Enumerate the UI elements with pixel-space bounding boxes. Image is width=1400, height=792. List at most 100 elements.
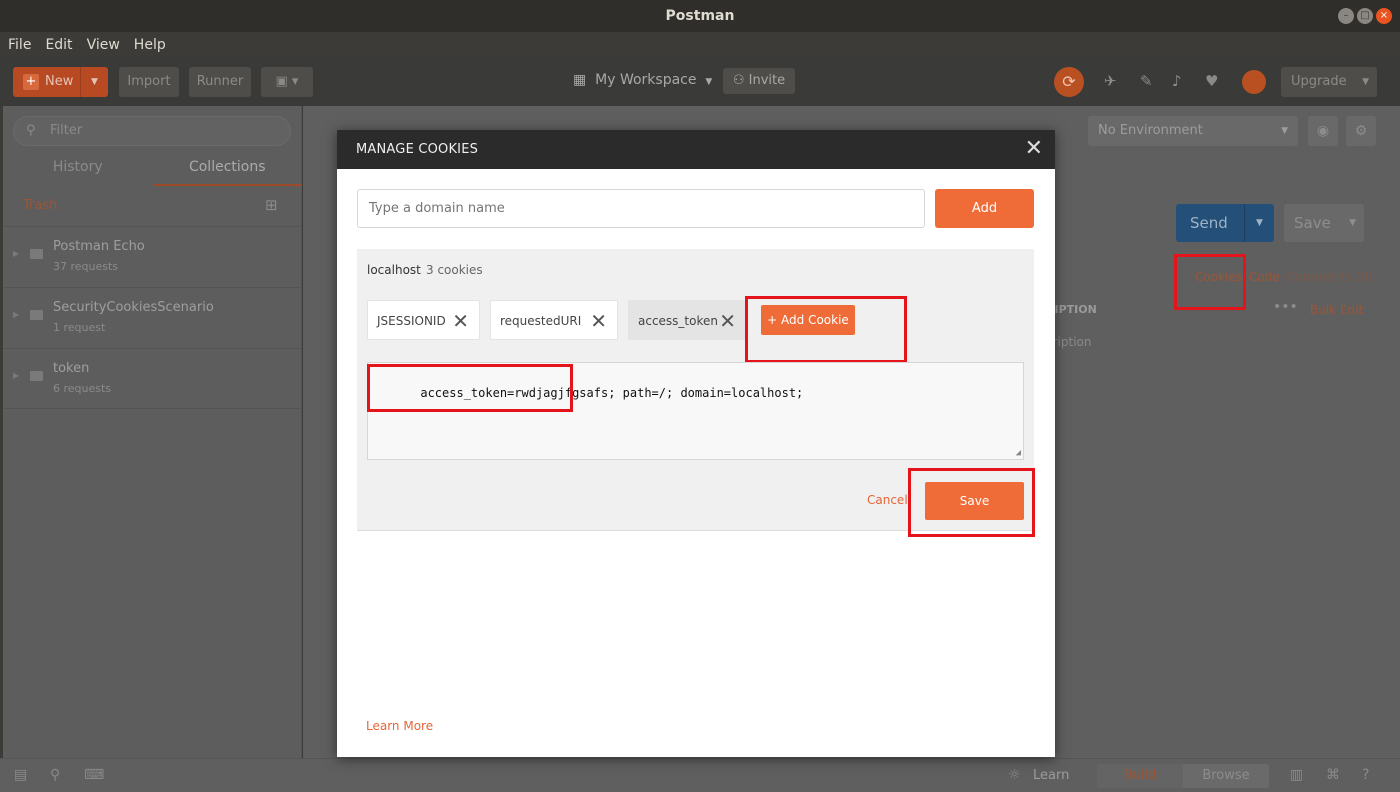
build-browse-toggle: Build Browse	[1097, 764, 1269, 788]
window-title: Postman	[665, 8, 735, 24]
chevron-right-icon[interactable]: ▶	[13, 249, 19, 258]
invite-button[interactable]: ⚇ Invite	[723, 68, 795, 94]
sync-icon[interactable]: ⟳	[1054, 67, 1084, 97]
menu-bar: File Edit View Help	[0, 32, 1400, 58]
environment-selector[interactable]: No Environment ▼	[1088, 116, 1298, 146]
folder-icon	[30, 371, 43, 381]
gear-icon[interactable]: ⚙	[1346, 116, 1376, 146]
domain-input[interactable]	[357, 189, 925, 228]
window-titlebar: Postman – □ ×	[0, 0, 1400, 32]
help-icon[interactable]: ?	[1362, 767, 1369, 783]
window-controls: – □ ×	[1338, 8, 1392, 24]
sidebar: ⚲ Filter History Collections Trash ⊞ ▶ P…	[3, 106, 302, 758]
add-domain-button[interactable]: Add	[935, 189, 1034, 228]
close-icon[interactable]: ✕	[1025, 137, 1043, 161]
heart-icon[interactable]: ♥	[1205, 72, 1218, 90]
highlight-box-cookies	[1174, 254, 1246, 310]
folder-icon	[30, 310, 43, 320]
chevron-right-icon[interactable]: ▶	[13, 310, 19, 319]
domain-cookie-panel: localhost 3 cookies JSESSIONID ✕ request…	[357, 249, 1035, 537]
list-item[interactable]: ▶ Postman Echo 37 requests	[3, 226, 302, 287]
browse-tab[interactable]: Browse	[1183, 764, 1269, 788]
environment-label: No Environment	[1098, 123, 1203, 138]
tab-collections[interactable]: Collections	[152, 154, 302, 186]
lightbulb-icon: ☼	[1008, 767, 1021, 783]
collection-name: token	[53, 361, 90, 376]
remove-cookie-icon[interactable]: ✕	[719, 301, 736, 341]
console-icon[interactable]: ⌨	[84, 767, 104, 783]
cookie-chip[interactable]: JSESSIONID ✕	[367, 300, 480, 340]
menu-help[interactable]: Help	[134, 37, 166, 53]
layout-icon[interactable]: ▥	[1290, 767, 1303, 783]
cookie-chip-active[interactable]: access_token ✕	[628, 300, 747, 340]
upgrade-button[interactable]: Upgrade ▼	[1281, 67, 1377, 97]
learn-link[interactable]: Learn	[1033, 768, 1069, 783]
new-button[interactable]: + New ▼	[13, 67, 108, 97]
workspace-label: My Workspace	[595, 72, 697, 88]
send-label: Send	[1190, 214, 1228, 232]
close-window-icon[interactable]: ×	[1376, 8, 1392, 24]
build-tab[interactable]: Build	[1097, 764, 1183, 788]
dialog-header: MANAGE COOKIES ✕	[337, 130, 1055, 169]
highlight-box-add-cookie	[745, 296, 907, 363]
menu-file[interactable]: File	[8, 37, 31, 53]
save-request-label: Save	[1294, 214, 1331, 232]
list-item[interactable]: ▶ SecurityCookiesScenario 1 request	[3, 287, 302, 348]
import-button[interactable]: Import	[119, 67, 179, 97]
runner-button[interactable]: Runner	[189, 67, 251, 97]
chevron-down-icon: ▼	[1281, 126, 1288, 136]
search-icon: ⚲	[26, 123, 36, 138]
sidebar-toggle-icon[interactable]: ▤	[14, 767, 27, 783]
minimize-icon[interactable]: –	[1338, 8, 1354, 24]
chevron-down-icon[interactable]: ▼	[80, 67, 108, 97]
comments-link[interactable]: Comments (0)	[1287, 270, 1373, 284]
menu-edit[interactable]: Edit	[45, 37, 72, 53]
satellite-icon[interactable]: ✈	[1104, 72, 1117, 90]
grid-icon: ▦	[573, 72, 587, 88]
search-icon[interactable]: ⚲	[50, 767, 60, 783]
collection-name: Postman Echo	[53, 239, 145, 254]
chevron-right-icon[interactable]: ▶	[13, 371, 19, 380]
cancel-button[interactable]: Cancel	[867, 493, 908, 507]
remove-cookie-icon[interactable]: ✕	[590, 301, 607, 341]
domain-name: localhost	[367, 263, 421, 277]
code-link[interactable]: Code	[1249, 270, 1280, 284]
avatar[interactable]	[1242, 70, 1266, 94]
bell-icon[interactable]: ♪	[1172, 72, 1182, 90]
menu-view[interactable]: View	[87, 37, 120, 53]
filter-input[interactable]: ⚲ Filter	[13, 116, 291, 146]
workspace-selector[interactable]: ▦ My Workspace ▼	[573, 72, 712, 88]
wrench-icon[interactable]: ✎	[1140, 72, 1153, 90]
chevron-down-icon: ▼	[705, 77, 713, 87]
cookie-count: 3 cookies	[426, 263, 483, 277]
status-bar: ▤ ⚲ ⌨ ☼ Learn Build Browse ▥ ⌘ ?	[0, 758, 1400, 792]
tab-history[interactable]: History	[3, 154, 153, 186]
new-label: New	[45, 74, 74, 89]
sidebar-tabs: History Collections	[3, 154, 302, 186]
bulk-edit-link[interactable]: Bulk Edit	[1310, 303, 1363, 317]
trash-link[interactable]: Trash	[23, 198, 57, 213]
send-button[interactable]: Send ▼	[1176, 204, 1274, 242]
list-item[interactable]: ▶ token 6 requests	[3, 348, 302, 409]
cookie-chip[interactable]: requestedURI ✕	[490, 300, 618, 340]
keyboard-icon[interactable]: ⌘	[1326, 767, 1340, 783]
plus-icon: +	[23, 74, 39, 90]
save-request-button[interactable]: Save ▼	[1284, 204, 1364, 242]
highlight-box-token	[367, 364, 573, 412]
remove-cookie-icon[interactable]: ✕	[452, 301, 469, 341]
folder-icon	[30, 249, 43, 259]
new-window-button[interactable]: ▣ ▾	[261, 67, 313, 97]
dialog-title: MANAGE COOKIES	[356, 142, 479, 157]
new-collection-icon[interactable]: ⊞	[265, 196, 278, 214]
eye-icon[interactable]: ◉	[1308, 116, 1338, 146]
chevron-down-icon[interactable]: ▼	[1244, 204, 1274, 242]
learn-more-link[interactable]: Learn More	[366, 719, 433, 733]
collection-count: 1 request	[53, 321, 106, 334]
upgrade-label: Upgrade	[1291, 74, 1347, 89]
cookie-chip-label: access_token	[638, 314, 718, 328]
resize-handle-icon[interactable]: ◢	[1016, 448, 1021, 458]
add-user-icon: ⚇	[732, 73, 745, 88]
more-icon[interactable]: •••	[1273, 299, 1298, 315]
manage-cookies-dialog: MANAGE COOKIES ✕ Add localhost 3 cookies…	[337, 130, 1055, 757]
maximize-icon[interactable]: □	[1357, 8, 1373, 24]
